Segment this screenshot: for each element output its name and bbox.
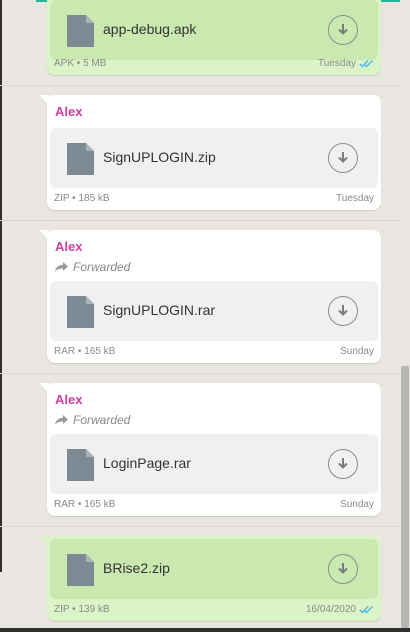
meta-separator: • xyxy=(77,499,82,510)
forwarded-label: Forwarded xyxy=(55,413,130,427)
download-icon xyxy=(338,563,348,574)
file-meta: ZIP • 139 kB xyxy=(54,604,110,615)
document-icon xyxy=(67,554,94,586)
double-check-icon xyxy=(359,60,373,68)
bubble-tail xyxy=(39,95,49,105)
bubble-tail xyxy=(39,230,49,240)
download-button[interactable] xyxy=(328,296,358,326)
file-attachment-card[interactable]: BRise2.zip xyxy=(50,539,378,599)
bubble-tail xyxy=(39,536,49,546)
file-size: 185 kB xyxy=(78,193,110,204)
forward-arrow-icon xyxy=(55,415,68,425)
file-attachment-card[interactable]: app-debug.apk xyxy=(50,0,378,60)
file-meta: RAR • 165 kB xyxy=(54,499,115,510)
document-icon xyxy=(67,449,94,481)
message-separator xyxy=(0,85,400,86)
file-name: LoginPage.rar xyxy=(103,455,191,471)
message-bubble-outgoing[interactable]: BRise2.zip ZIP • 139 kB 16/04/2020 xyxy=(39,536,381,621)
download-icon xyxy=(338,152,348,163)
sender-name[interactable]: Alex xyxy=(55,239,82,254)
message-timestamp: Tuesday xyxy=(336,193,374,204)
forward-arrow-icon xyxy=(55,262,68,272)
file-meta: RAR • 165 kB xyxy=(54,346,115,357)
file-name: SignUPLOGIN.zip xyxy=(103,149,216,165)
forwarded-label: Forwarded xyxy=(55,260,130,274)
file-attachment-card[interactable]: LoginPage.rar xyxy=(50,434,378,494)
meta-separator: • xyxy=(72,604,76,615)
meta-separator: • xyxy=(72,193,76,204)
message-bubble-incoming[interactable]: Alex SignUPLOGIN.zip ZIP • 185 kB Tuesda… xyxy=(39,95,381,210)
message-timestamp: Tuesday xyxy=(318,58,374,69)
scrollbar-track[interactable] xyxy=(400,0,410,632)
forwarded-text: Forwarded xyxy=(73,260,131,274)
message-time: Sunday xyxy=(340,346,374,357)
document-icon xyxy=(67,296,94,328)
message-time: 16/04/2020 xyxy=(305,604,356,615)
download-button[interactable] xyxy=(328,143,358,173)
bottom-edge xyxy=(0,628,410,632)
message-separator xyxy=(0,526,400,527)
file-size: 165 kB xyxy=(84,346,116,357)
document-icon xyxy=(67,143,94,175)
download-icon xyxy=(338,458,348,469)
file-attachment-card[interactable]: SignUPLOGIN.zip xyxy=(50,128,378,188)
download-button[interactable] xyxy=(328,15,358,45)
file-name: SignUPLOGIN.rar xyxy=(103,302,216,318)
forwarded-text: Forwarded xyxy=(73,413,131,427)
meta-separator: • xyxy=(76,58,81,69)
message-time: Tuesday xyxy=(336,193,374,204)
file-size: 139 kB xyxy=(78,604,110,615)
download-icon xyxy=(338,305,348,316)
bubble-tail xyxy=(39,383,49,393)
message-time: Tuesday xyxy=(318,58,356,69)
file-attachment-card[interactable]: SignUPLOGIN.rar xyxy=(50,281,378,341)
scrollbar-thumb[interactable] xyxy=(401,366,409,628)
sender-name[interactable]: Alex xyxy=(55,392,82,407)
message-separator xyxy=(0,220,400,221)
file-name: BRise2.zip xyxy=(103,560,170,576)
message-bubble-outgoing[interactable]: app-debug.apk APK • 5 MB Tuesday xyxy=(47,0,381,75)
message-timestamp: 16/04/2020 xyxy=(306,604,374,615)
file-name: app-debug.apk xyxy=(103,21,197,37)
download-button[interactable] xyxy=(328,449,358,479)
meta-separator: • xyxy=(77,346,82,357)
download-icon xyxy=(338,24,348,35)
file-meta: APK • 5 MB xyxy=(54,58,106,69)
message-bubble-incoming[interactable]: Alex Forwarded SignUPLOGIN.rar RAR • 165… xyxy=(39,230,381,363)
message-separator xyxy=(0,373,400,374)
message-timestamp: Sunday xyxy=(340,346,374,357)
file-type: RAR xyxy=(54,499,76,510)
download-button[interactable] xyxy=(328,554,358,584)
message-timestamp: Sunday xyxy=(340,499,374,510)
file-size: 165 kB xyxy=(84,499,116,510)
file-type: RAR xyxy=(54,346,76,357)
document-icon xyxy=(67,15,94,47)
file-meta: ZIP • 185 kB xyxy=(54,193,110,204)
file-type: APK xyxy=(54,58,75,69)
file-size: 5 MB xyxy=(83,58,107,69)
message-bubble-incoming[interactable]: Alex Forwarded LoginPage.rar RAR • 165 k… xyxy=(39,383,381,516)
file-type: ZIP xyxy=(54,604,70,615)
file-type: ZIP xyxy=(54,193,70,204)
sender-name[interactable]: Alex xyxy=(55,104,82,119)
message-time: Sunday xyxy=(340,499,374,510)
double-check-icon xyxy=(359,606,373,614)
